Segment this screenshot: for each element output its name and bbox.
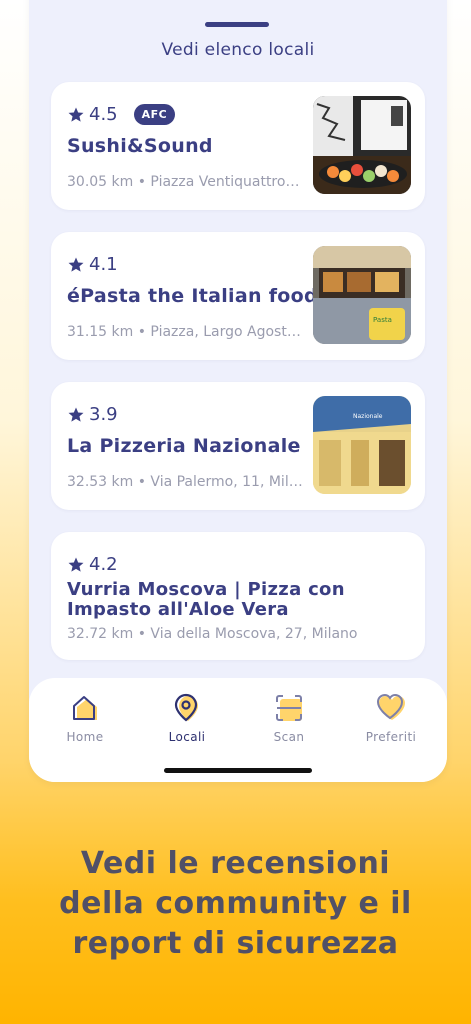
star-icon xyxy=(68,107,84,122)
sheet-title[interactable]: Vedi elenco locali xyxy=(29,40,447,60)
place-name: La Pizzeria Nazionale xyxy=(67,435,301,457)
tab-locali[interactable]: Locali xyxy=(135,692,239,744)
rating: 4.5 AFC xyxy=(67,104,176,125)
rating: 4.2 xyxy=(67,554,118,575)
caption-line-3: report di sicurezza xyxy=(72,926,399,961)
place-card-epasta[interactable]: 4.1 éPasta the Italian food 31.15 km • P… xyxy=(51,232,425,360)
tab-label: Locali xyxy=(168,730,206,744)
heart-icon xyxy=(376,693,405,720)
place-card-pizzeria-nazionale[interactable]: 3.9 La Pizzeria Nazionale 32.53 km • Via… xyxy=(51,382,425,510)
caption-line-2: della community e il xyxy=(59,886,412,921)
rating-value: 4.5 xyxy=(89,104,118,125)
place-distance-address: 32.72 km • Via della Moscova, 27, Milano xyxy=(67,626,358,642)
caption-line-1: Vedi le recensioni xyxy=(80,846,391,881)
place-card-vurria-moscova[interactable]: 4.2 Vurria Moscova | Pizza con Impasto a… xyxy=(51,532,425,660)
place-photo xyxy=(313,96,411,194)
places-list-sheet: Vedi elenco locali 4.5 AFC Sushi&Sound 3… xyxy=(29,0,447,710)
tab-preferiti[interactable]: Preferiti xyxy=(339,692,443,744)
place-distance-address: 31.15 km • Piazza, Largo Agostino Gemell… xyxy=(67,324,303,340)
place-distance-address: 30.05 km • Piazza Ventiquattro Maggio, 7… xyxy=(67,174,303,190)
tab-home[interactable]: Home xyxy=(33,692,137,744)
place-name: Vurria Moscova | Pizza con Impasto all'A… xyxy=(67,579,345,620)
star-icon xyxy=(68,407,84,422)
star-icon xyxy=(68,257,84,272)
svg-text:Pasta: Pasta xyxy=(373,316,392,324)
map-pin-icon xyxy=(174,693,198,722)
rating-value: 4.1 xyxy=(89,254,118,275)
phone-frame: Vedi elenco locali 4.5 AFC Sushi&Sound 3… xyxy=(29,0,447,782)
place-card-sushi-sound[interactable]: 4.5 AFC Sushi&Sound 30.05 km • Piazza Ve… xyxy=(51,82,425,210)
place-photo: Pasta xyxy=(313,246,411,344)
tab-label: Scan xyxy=(273,730,305,744)
rating-value: 4.2 xyxy=(89,554,118,575)
place-name: Sushi&Sound xyxy=(67,135,213,157)
rating-value: 3.9 xyxy=(89,404,118,425)
sheet-drag-handle[interactable] xyxy=(205,22,269,27)
tab-label: Preferiti xyxy=(365,730,417,744)
svg-text:Nazionale: Nazionale xyxy=(353,413,383,420)
afc-badge: AFC xyxy=(133,104,176,125)
rating: 4.1 xyxy=(67,254,118,275)
place-name: éPasta the Italian food xyxy=(67,285,318,307)
star-icon xyxy=(68,557,84,572)
rating: 3.9 xyxy=(67,404,118,425)
scan-icon xyxy=(276,695,302,721)
home-icon xyxy=(73,696,97,720)
promo-caption: Vedi le recensioni della community e il … xyxy=(0,844,471,964)
tab-label: Home xyxy=(66,730,104,744)
bottom-tab-bar: Home Locali Scan Preferiti xyxy=(29,678,447,782)
place-photo: Nazionale xyxy=(313,396,411,494)
place-distance-address: 32.53 km • Via Palermo, 11, Milano xyxy=(67,474,303,490)
home-indicator[interactable] xyxy=(164,768,312,773)
tab-scan[interactable]: Scan xyxy=(237,692,341,744)
